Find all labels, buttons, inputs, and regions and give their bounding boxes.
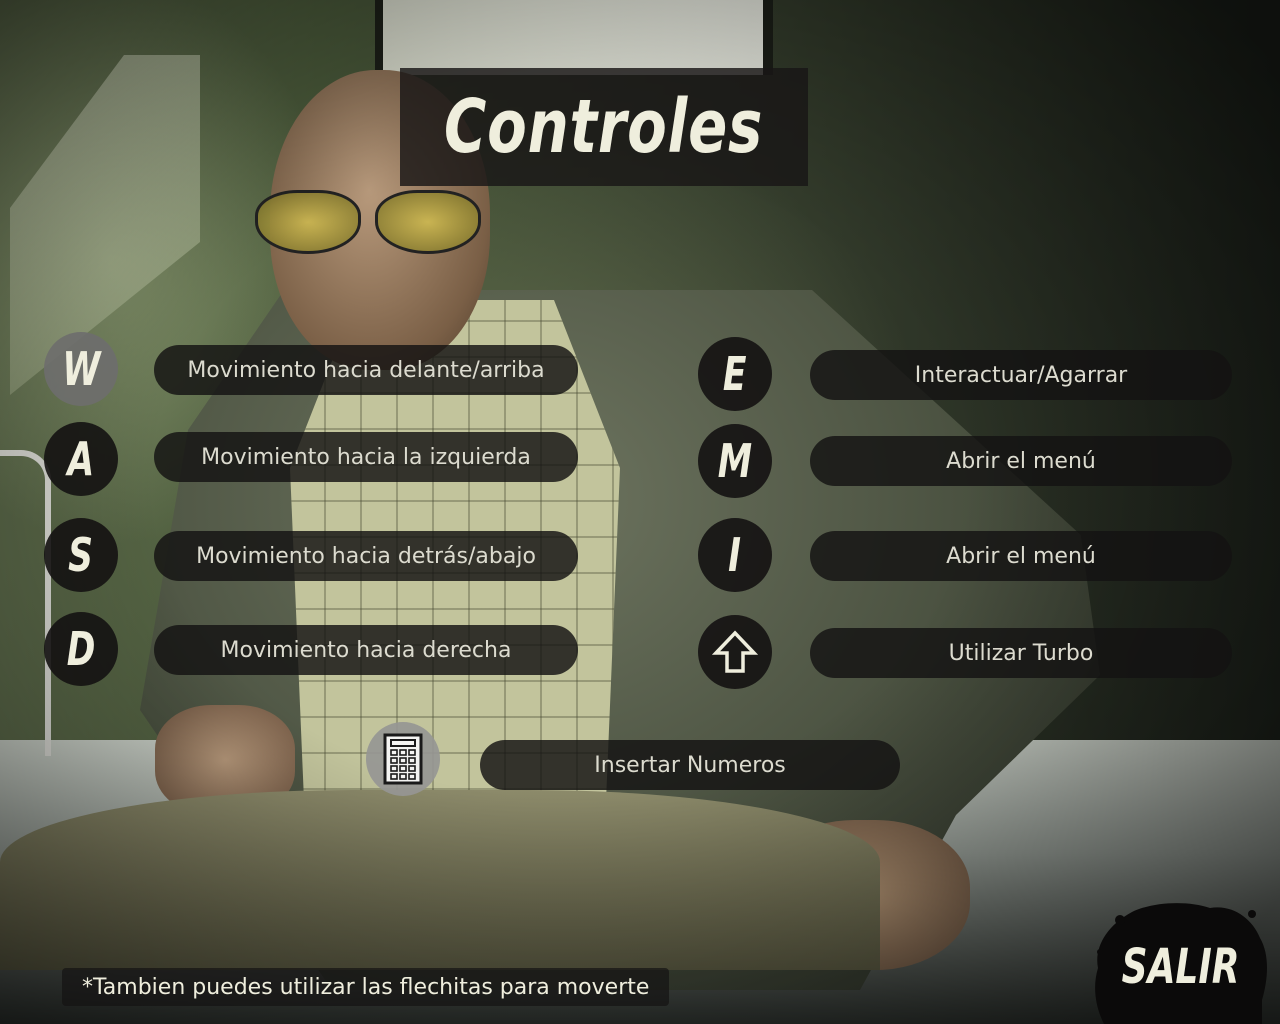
- shift-arrow-icon: [712, 630, 758, 673]
- key-m: M: [698, 424, 772, 498]
- action-interact: Interactuar/Agarrar: [810, 350, 1232, 400]
- key-s: S: [44, 518, 118, 592]
- key-w: W: [44, 332, 118, 406]
- key-e: E: [698, 337, 772, 411]
- action-insert-numbers: Insertar Numeros: [480, 740, 900, 790]
- title-bar: Controles: [400, 68, 808, 186]
- action-move-right: Movimiento hacia derecha: [154, 625, 578, 675]
- exit-label[interactable]: SALIR: [1122, 929, 1240, 995]
- key-i: I: [698, 518, 772, 592]
- page-title: Controles: [444, 84, 764, 170]
- key-shift: [698, 615, 772, 689]
- action-move-left: Movimiento hacia la izquierda: [154, 432, 578, 482]
- action-open-menu-m: Abrir el menú: [810, 436, 1232, 486]
- action-open-menu-i: Abrir el menú: [810, 531, 1232, 581]
- exit-button[interactable]: SALIR: [1092, 900, 1270, 1024]
- key-d: D: [44, 612, 118, 686]
- key-a: A: [44, 422, 118, 496]
- footnote-arrows: *Tambien puedes utilizar las flechitas p…: [62, 968, 670, 1006]
- keypad-icon: [383, 733, 423, 785]
- action-move-forward: Movimiento hacia delante/arriba: [154, 345, 578, 395]
- action-move-back: Movimiento hacia detrás/abajo: [154, 531, 578, 581]
- keypad-key: [366, 722, 440, 796]
- action-turbo: Utilizar Turbo: [810, 628, 1232, 678]
